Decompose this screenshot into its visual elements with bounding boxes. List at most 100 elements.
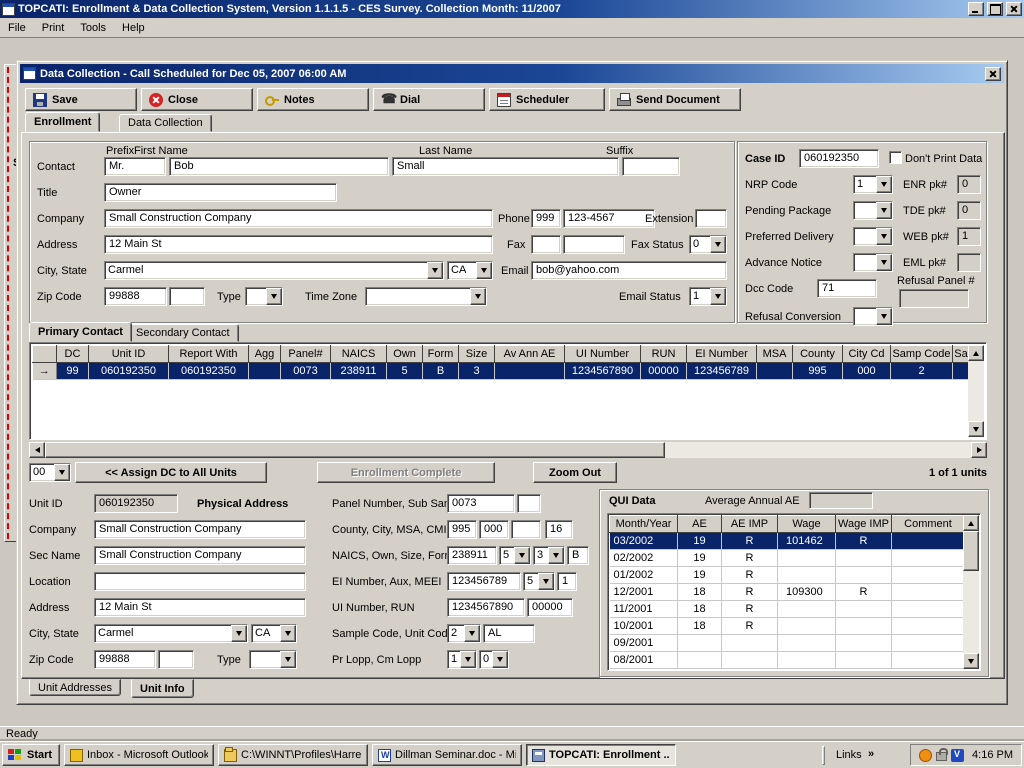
clock[interactable]: 4:16 PM [972, 749, 1013, 761]
chevron-down-icon[interactable] [460, 651, 476, 668]
unit-company-field[interactable]: Small Construction Company [94, 520, 306, 539]
pending-package-dropdown[interactable] [853, 201, 893, 220]
unit-state-dropdown[interactable]: CA [251, 624, 297, 643]
tab-enrollment[interactable]: Enrollment [25, 112, 100, 132]
chevron-down-icon[interactable] [876, 308, 892, 325]
nrp-code-dropdown[interactable]: 1 [853, 175, 893, 194]
task-outlook[interactable]: Inbox - Microsoft Outlook [64, 744, 214, 766]
last-name-field[interactable]: Small [392, 157, 619, 176]
scroll-up-icon[interactable] [968, 345, 984, 361]
shield-icon[interactable] [951, 749, 964, 762]
menu-print[interactable]: Print [34, 20, 73, 36]
state-dropdown[interactable]: CA [447, 261, 493, 280]
cmi-field[interactable]: 16 [545, 520, 573, 539]
column-header[interactable]: MSA [757, 346, 793, 363]
links-label[interactable]: Links [836, 749, 862, 761]
column-header[interactable]: Wage [778, 516, 836, 533]
unit-grid-vscrollbar[interactable] [968, 345, 984, 437]
table-row[interactable]: 08/2001 [610, 652, 965, 669]
menu-file[interactable]: File [0, 20, 34, 36]
chevron-down-icon[interactable] [876, 254, 892, 271]
column-header[interactable]: Agg [249, 346, 281, 363]
links-chevron-icon[interactable] [868, 748, 874, 760]
email-status-dropdown[interactable]: 1 [689, 287, 727, 306]
menu-help[interactable]: Help [114, 20, 153, 36]
company-field[interactable]: Small Construction Company [104, 209, 493, 228]
ei-number-field[interactable]: 123456789 [447, 572, 521, 591]
unit-address-field[interactable]: 12 Main St [94, 598, 306, 617]
msa-field[interactable] [511, 520, 541, 539]
task-explorer[interactable]: C:\WINNT\Profiles\Harre... [218, 744, 368, 766]
time-zone-dropdown[interactable] [365, 287, 487, 306]
tab-primary-contact[interactable]: Primary Contact [29, 322, 132, 342]
column-header[interactable]: Wage IMP [836, 516, 892, 533]
tab-unit-addresses[interactable]: Unit Addresses [29, 679, 121, 696]
chevron-down-icon[interactable] [548, 547, 564, 564]
title-field[interactable]: Owner [104, 183, 337, 202]
column-header[interactable]: County [793, 346, 843, 363]
table-row[interactable]: 11/200118R [610, 601, 965, 618]
column-header[interactable]: Unit ID [89, 346, 169, 363]
preferred-delivery-dropdown[interactable] [853, 227, 893, 246]
cm-lopp-dropdown[interactable]: 0 [479, 650, 509, 669]
unit-grid-hscrollbar[interactable] [29, 442, 987, 458]
city-cd-field[interactable]: 000 [479, 520, 509, 539]
dont-print-checkbox[interactable] [889, 151, 902, 164]
advance-notice-dropdown[interactable] [853, 253, 893, 272]
chevron-down-icon[interactable] [54, 464, 70, 481]
qui-scroll-thumb[interactable] [963, 531, 979, 571]
naics-field[interactable]: 238911 [447, 546, 497, 565]
task-topcati[interactable]: TOPCATI: Enrollment ... [526, 744, 676, 766]
panel-number-field[interactable]: 0073 [447, 494, 515, 513]
column-header[interactable]: Comment [892, 516, 965, 533]
save-button[interactable]: Save [25, 88, 137, 111]
column-header[interactable]: DC [57, 346, 89, 363]
dialog-close-button[interactable] [985, 67, 1001, 81]
meei-field[interactable]: 1 [557, 572, 577, 591]
notes-button[interactable]: Notes [257, 88, 369, 111]
fax-area-field[interactable] [531, 235, 561, 254]
unit-type-dropdown[interactable] [249, 650, 297, 669]
table-row[interactable]: 12/200118R109300R [610, 584, 965, 601]
start-button[interactable]: Start [2, 744, 60, 766]
column-header[interactable]: Av Ann AE [495, 346, 565, 363]
size-dropdown[interactable]: 3 [533, 546, 565, 565]
menu-tools[interactable]: Tools [72, 20, 114, 36]
zip-field[interactable]: 99888 [104, 287, 167, 306]
minimize-button[interactable] [968, 2, 984, 16]
scroll-up-icon[interactable] [963, 515, 979, 531]
phone-area-field[interactable]: 999 [531, 209, 561, 228]
own-dropdown[interactable]: 5 [499, 546, 531, 565]
table-row[interactable]: →9906019235006019235000732389115B3123456… [33, 363, 970, 380]
type-dropdown[interactable] [245, 287, 283, 306]
chevron-down-icon[interactable] [492, 651, 508, 668]
scroll-down-icon[interactable] [963, 653, 979, 669]
chevron-down-icon[interactable] [876, 228, 892, 245]
run-field[interactable]: 00000 [527, 598, 573, 617]
chevron-down-icon[interactable] [231, 625, 247, 642]
column-header[interactable]: Month/Year [610, 516, 678, 533]
sample-code-dropdown[interactable]: 2 [447, 624, 481, 643]
unit-zip-ext-field[interactable] [158, 650, 194, 669]
ui-number-field[interactable]: 1234567890 [447, 598, 525, 617]
location-field[interactable] [94, 572, 306, 591]
suffix-field[interactable] [622, 157, 680, 176]
unit-zip-field[interactable]: 99888 [94, 650, 156, 669]
tab-data-collection[interactable]: Data Collection [119, 114, 212, 132]
dcc-code-field[interactable]: 71 [817, 279, 877, 298]
close-button[interactable] [1006, 2, 1022, 16]
zip-ext-field[interactable] [169, 287, 205, 306]
form-field[interactable]: B [567, 546, 589, 565]
assign-dc-button[interactable]: << Assign DC to All Units [75, 462, 267, 483]
dc-code-dropdown[interactable]: 00 [29, 463, 71, 482]
scroll-down-icon[interactable] [968, 421, 984, 437]
case-id-field[interactable]: 060192350 [799, 149, 879, 168]
column-header[interactable]: UI Number [565, 346, 641, 363]
column-header[interactable]: RUN [641, 346, 687, 363]
prefix-field[interactable]: Mr. [104, 157, 166, 176]
first-name-field[interactable]: Bob [169, 157, 389, 176]
tab-secondary-contact[interactable]: Secondary Contact [127, 324, 239, 342]
pr-lopp-dropdown[interactable]: 1 [447, 650, 477, 669]
dial-button[interactable]: Dial [373, 88, 485, 111]
column-header[interactable]: AE [678, 516, 722, 533]
